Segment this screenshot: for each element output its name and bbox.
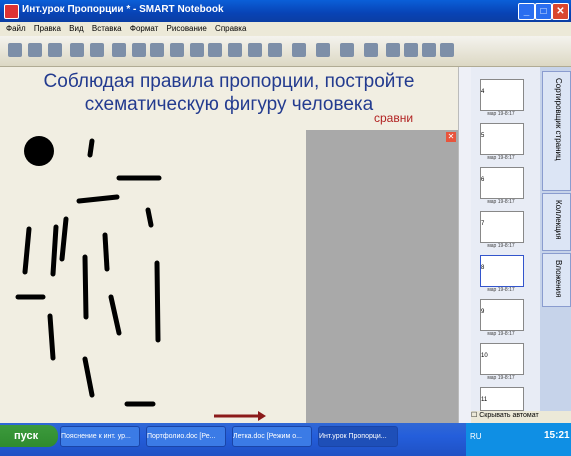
maximize-button[interactable]: □: [535, 3, 552, 20]
redo-icon[interactable]: [150, 43, 164, 57]
close-button[interactable]: ✕: [552, 3, 569, 20]
whiteboard-canvas[interactable]: Соблюдая правила пропорции, постройте сх…: [0, 67, 458, 423]
language-indicator[interactable]: RU: [470, 432, 482, 441]
thumb-date: мар 19-8:17: [487, 111, 515, 117]
paste-icon[interactable]: [112, 43, 126, 57]
menu-insert[interactable]: Вставка: [92, 24, 122, 33]
fill-icon[interactable]: [404, 43, 418, 57]
title-bar: Инт.урок Пропорции * - SMART Notebook _ …: [0, 0, 571, 22]
page-thumbnail[interactable]: 10: [480, 343, 524, 375]
toolbar: [0, 36, 571, 67]
creative-pen-icon[interactable]: [292, 43, 306, 57]
page-thumbnail[interactable]: 11: [480, 387, 524, 411]
taskbar-item[interactable]: Портфолио.doc [Ре...: [146, 426, 226, 447]
body-piece: [102, 232, 110, 272]
thumb-date: мар 19-8:17: [487, 155, 515, 161]
system-tray: RU 15:21: [466, 423, 571, 456]
next-page-icon[interactable]: [28, 43, 42, 57]
save-icon[interactable]: [90, 43, 104, 57]
app-icon: [4, 4, 19, 19]
thumb-date: мар 19-8:17: [487, 199, 515, 205]
body-piece: [108, 294, 122, 336]
start-button[interactable]: пуск: [0, 425, 58, 447]
body-piece: [50, 224, 59, 277]
full-screen-icon[interactable]: [208, 43, 222, 57]
menu-file[interactable]: Файл: [6, 24, 26, 33]
thumb-date: мар 19-8:17: [487, 287, 515, 293]
page-sorter-panel: 4 мар 19-8:17 5 мар 19-8:17 6 мар 19-8:1…: [471, 67, 540, 423]
side-tabs: Сортировщик страниц Коллекция Вложения: [540, 67, 571, 423]
page-thumbnail[interactable]: 9: [480, 299, 524, 331]
menu-bar: Файл Правка Вид Вставка Формат Рисование…: [0, 22, 571, 36]
undo-icon[interactable]: [132, 43, 146, 57]
select-icon[interactable]: [248, 43, 262, 57]
body-piece: [22, 226, 32, 275]
line-icon[interactable]: [340, 43, 354, 57]
taskbar-item-active[interactable]: Инт.урок Пропорци...: [318, 426, 398, 447]
screen-shade-icon[interactable]: [190, 43, 204, 57]
head-shape: [24, 136, 54, 166]
screen-shade[interactable]: ✕: [306, 130, 458, 423]
prev-page-icon[interactable]: [8, 43, 22, 57]
body-piece: [87, 138, 95, 158]
taskbar: пуск Пояснение к инт. ур... Портфолио.do…: [0, 423, 571, 456]
page-thumbnail-selected[interactable]: 8: [480, 255, 524, 287]
thumb-date: мар 19-8:17: [487, 331, 515, 337]
tab-gallery[interactable]: Коллекция: [542, 193, 571, 251]
page-thumbnail[interactable]: 7: [480, 211, 524, 243]
page-thumbnail[interactable]: 6: [480, 167, 524, 199]
body-piece: [59, 216, 69, 262]
table-icon[interactable]: [228, 43, 242, 57]
clock: 15:21: [544, 430, 570, 441]
pen-icon[interactable]: [268, 43, 282, 57]
add-page-icon[interactable]: [48, 43, 62, 57]
thumb-date: мар 19-8:17: [487, 243, 515, 249]
body-piece: [47, 313, 56, 361]
properties-icon[interactable]: [422, 43, 436, 57]
body-piece: [145, 207, 154, 228]
eraser-icon[interactable]: [316, 43, 330, 57]
minimize-button[interactable]: _: [518, 3, 535, 20]
close-shade-icon[interactable]: ✕: [446, 132, 456, 142]
page-thumbnail[interactable]: 5: [480, 123, 524, 155]
body-piece: [76, 194, 120, 204]
text-icon[interactable]: [386, 43, 400, 57]
window-title: Инт.урок Пропорции * - SMART Notebook: [22, 4, 224, 15]
page-thumbnail[interactable]: 4: [480, 79, 524, 111]
tab-page-sorter[interactable]: Сортировщик страниц: [542, 71, 571, 191]
menu-help[interactable]: Справка: [215, 24, 246, 33]
auto-hide-checkbox[interactable]: ☐ Скрывать автомат: [471, 411, 571, 423]
body-piece: [154, 260, 161, 343]
delete-icon[interactable]: [170, 43, 184, 57]
menu-edit[interactable]: Правка: [34, 24, 61, 33]
arrow-head: [258, 411, 266, 421]
vertical-scrollbar[interactable]: [458, 67, 472, 423]
thumb-date: мар 19-8:17: [487, 375, 515, 381]
menu-format[interactable]: Формат: [130, 24, 158, 33]
shapes-icon[interactable]: [364, 43, 378, 57]
tab-attachments[interactable]: Вложения: [542, 253, 571, 307]
menu-draw[interactable]: Рисование: [167, 24, 207, 33]
menu-view[interactable]: Вид: [69, 24, 83, 33]
open-icon[interactable]: [70, 43, 84, 57]
taskbar-item[interactable]: Летка.doc [Режим о...: [232, 426, 312, 447]
body-piece: [82, 254, 89, 320]
taskbar-item[interactable]: Пояснение к инт. ур...: [60, 426, 140, 447]
body-piece: [82, 356, 95, 398]
more-icon[interactable]: [440, 43, 454, 57]
